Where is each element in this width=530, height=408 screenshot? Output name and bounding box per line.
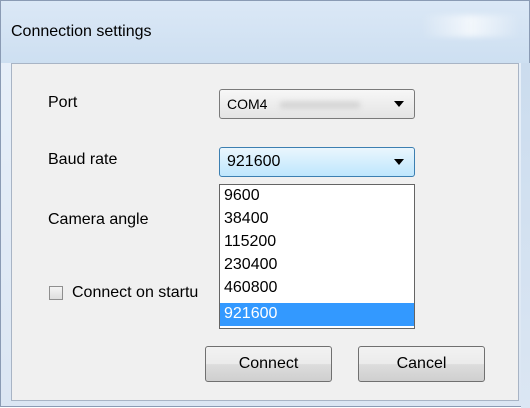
baud-rate-option[interactable]: 9600 (220, 185, 414, 208)
baud-rate-dropdown-list: 9600 38400 115200 230400 460800 921600 (219, 184, 415, 329)
chevron-down-icon (394, 101, 404, 107)
baud-rate-option[interactable]: 115200 (220, 231, 414, 254)
port-select-blur (280, 102, 360, 108)
title-bar[interactable]: Connection settings (1, 1, 529, 63)
port-label: Port (48, 94, 78, 111)
window-frame-right (521, 63, 530, 408)
dialog-window: Connection settings Port COM4 Baud rate … (0, 0, 530, 408)
connect-button[interactable]: Connect (205, 346, 332, 382)
connect-on-startup-label: Connect on startu (72, 284, 199, 301)
baud-rate-option-selected[interactable]: 921600 (220, 303, 414, 326)
title-bar-glow (421, 15, 521, 37)
baud-rate-select-value: 921600 (227, 153, 281, 170)
window-title: Connection settings (11, 23, 152, 40)
cancel-button[interactable]: Cancel (358, 346, 485, 382)
baud-rate-option[interactable]: 38400 (220, 208, 414, 231)
port-select-value: COM4 (227, 96, 268, 112)
baud-rate-option[interactable]: 230400 (220, 254, 414, 277)
chevron-down-icon (394, 159, 404, 165)
connect-on-startup-checkbox[interactable] (49, 286, 63, 300)
baud-rate-select[interactable]: 921600 (219, 147, 415, 177)
baud-rate-label: Baud rate (48, 151, 118, 168)
baud-rate-option[interactable]: 460800 (220, 277, 414, 300)
camera-angle-label: Camera angle (48, 211, 149, 228)
port-select[interactable]: COM4 (219, 89, 415, 119)
